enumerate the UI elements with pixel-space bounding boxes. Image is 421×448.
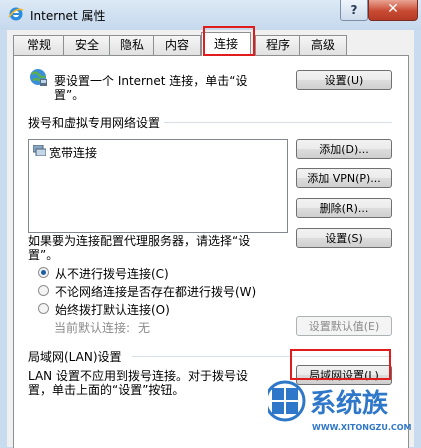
close-button[interactable]: ✕	[368, 0, 418, 21]
network-globe-icon	[30, 69, 47, 86]
dialup-section-header: 拨号和虚拟专用网络设置	[28, 116, 161, 130]
dialup-header-divider	[164, 122, 392, 123]
delete-connection-button[interactable]: 删除(R)...	[296, 198, 392, 218]
window-title: Internet 属性	[30, 9, 106, 23]
tab-security[interactable]: 安全	[63, 35, 111, 55]
radio-button[interactable]	[38, 267, 49, 278]
broadband-connection-icon	[33, 145, 46, 156]
setup-description-line2: 置”。	[54, 88, 85, 102]
set-default-button[interactable]: 设置默认值(E)	[296, 316, 392, 336]
dial-option-never[interactable]: 从不进行拨号连接(C)	[38, 265, 238, 281]
dialup-item-label: 宽带连接	[49, 146, 98, 160]
dial-option-label: 从不进行拨号连接(C)	[55, 267, 169, 281]
proxy-settings-button[interactable]: 设置(S)	[296, 228, 392, 248]
add-connection-button[interactable]: 添加(D)...	[296, 139, 392, 159]
tab-privacy[interactable]: 隐私	[109, 35, 155, 55]
internet-explorer-icon	[8, 7, 24, 21]
dial-option-default-connection[interactable]: 始终拨打默认连接(O)	[38, 301, 238, 317]
tab-general[interactable]: 常规	[13, 35, 65, 55]
tab-programs[interactable]: 程序	[255, 35, 301, 55]
proxy-description-line2: 置”。	[28, 248, 59, 262]
xitongzu-watermark-logo: 系统族 WWW.XITONGZU.COM	[268, 380, 412, 432]
current-default-value: 无	[138, 321, 151, 335]
dial-option-always-dial[interactable]: 不论网络连接是否存在都进行拨号(W)	[38, 283, 288, 299]
tab-content[interactable]: 内容	[153, 35, 201, 55]
svg-text:系统族: 系统族	[310, 388, 389, 419]
tab-highlight-box	[203, 26, 255, 56]
radio-button[interactable]	[38, 303, 49, 314]
lan-button-highlight-box	[290, 349, 391, 380]
dial-option-label: 不论网络连接是否存在都进行拨号(W)	[55, 285, 257, 299]
help-button[interactable]: ?	[340, 0, 368, 21]
svg-text:WWW.XITONGZU.COM: WWW.XITONGZU.COM	[312, 423, 412, 432]
dialup-connections-list[interactable]: 宽带连接	[28, 139, 288, 233]
tab-advanced[interactable]: 高级	[299, 35, 347, 55]
current-default-label: 当前默认连接:	[54, 321, 131, 335]
add-vpn-button[interactable]: 添加 VPN(P)...	[296, 168, 392, 188]
dial-option-label: 始终拨打默认连接(O)	[55, 303, 170, 317]
setup-button[interactable]: 设置(U)	[296, 70, 392, 90]
lan-description-line2: 置，单击上面的“设置”按钮。	[28, 383, 185, 397]
lan-section-header: 局域网(LAN)设置	[28, 350, 122, 364]
proxy-description-line1: 如果要为连接配置代理服务器，请选择“设	[28, 234, 251, 248]
radio-button[interactable]	[38, 285, 49, 296]
